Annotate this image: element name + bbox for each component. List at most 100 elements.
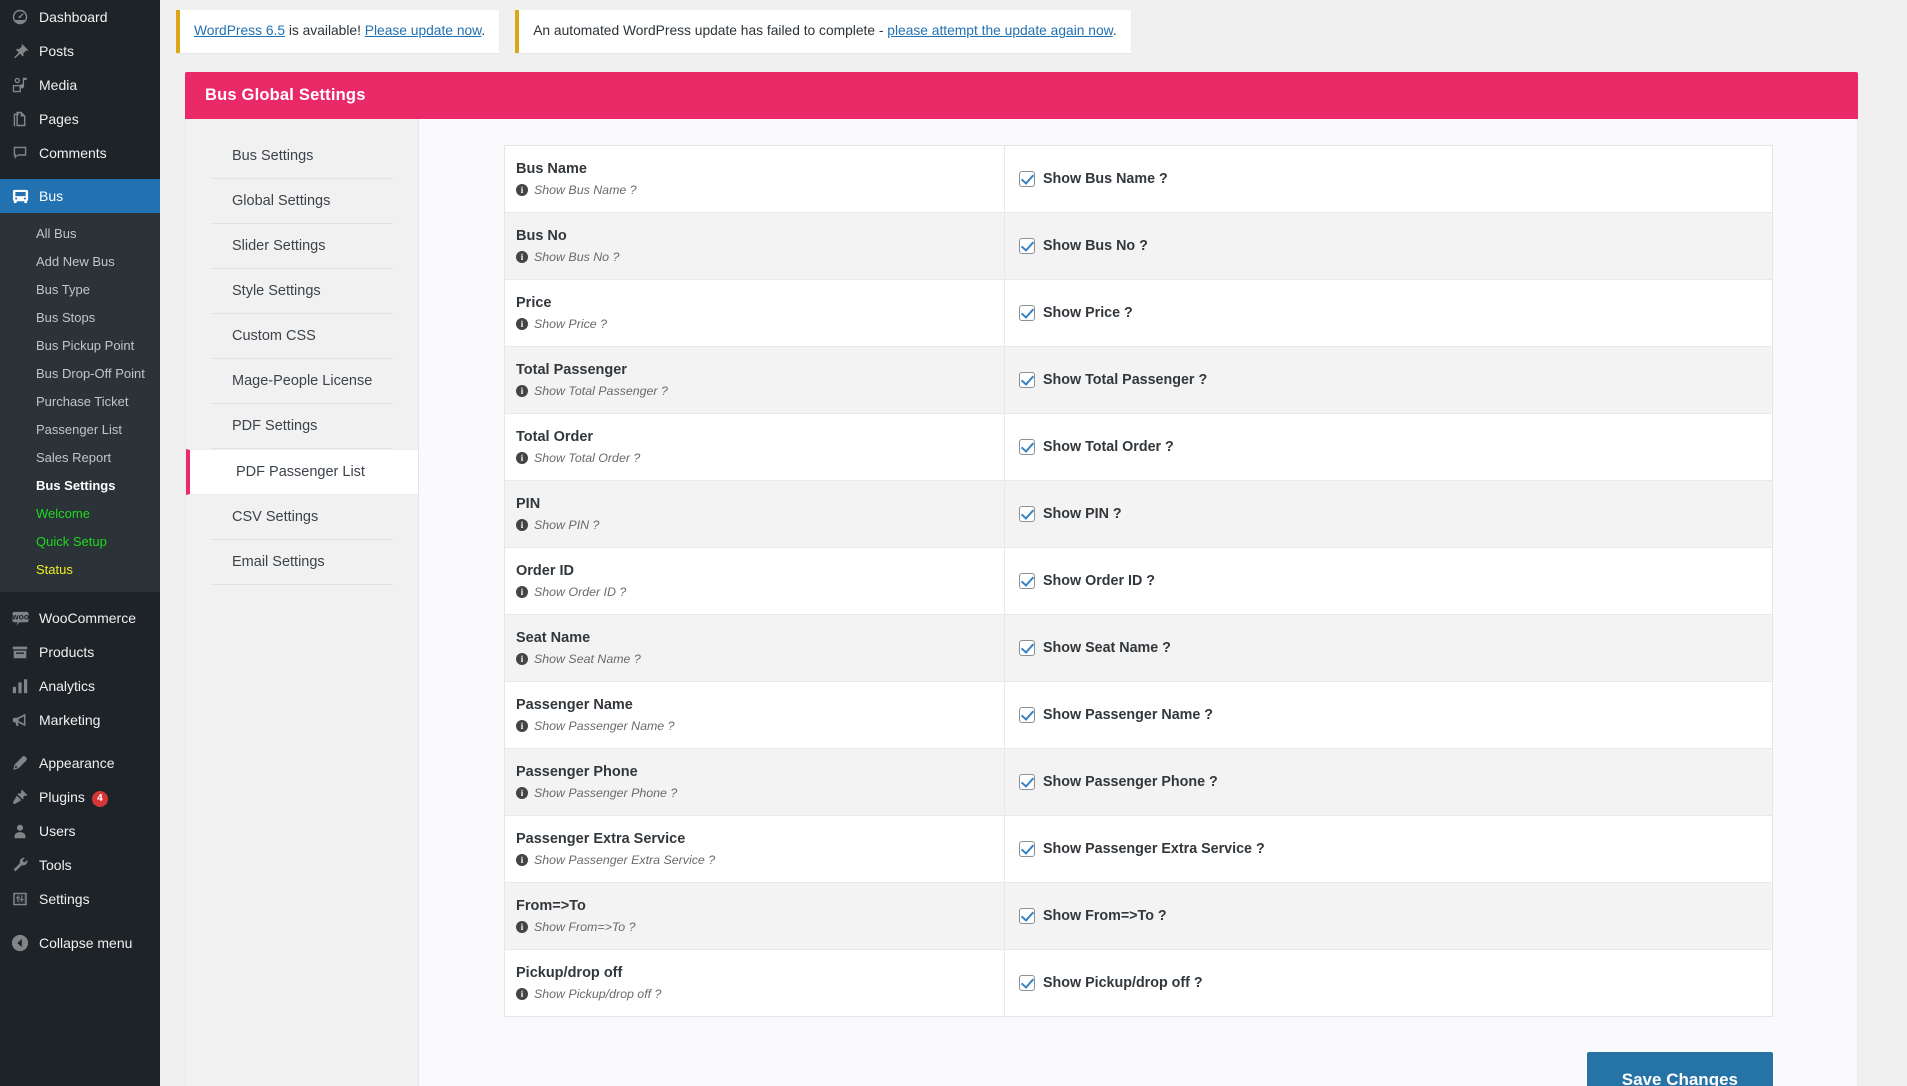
checkbox-label[interactable]: Show Total Order ? (1043, 439, 1174, 455)
sidebar-item-posts[interactable]: Posts (0, 34, 160, 68)
menu-separator-3 (0, 737, 160, 746)
bus-submenu-item-bus-type[interactable]: Bus Type (0, 276, 160, 304)
setting-description: i Show Passenger Phone ? (516, 785, 990, 802)
collapse-menu-label: Collapse menu (39, 935, 133, 951)
bus-submenu-item-sales-report[interactable]: Sales Report (0, 444, 160, 472)
checkbox-label[interactable]: Show Order ID ? (1043, 573, 1155, 589)
settings-row: Price i Show Price ? Show Price ? (505, 279, 1772, 347)
checkbox-passenger-extra-service[interactable] (1019, 840, 1035, 857)
checkbox-seat-name[interactable] (1019, 639, 1035, 656)
settings-tab-style-settings[interactable]: Style Settings (211, 269, 393, 314)
bus-submenu-item-passenger-list[interactable]: Passenger List (0, 416, 160, 444)
sidebar-item-products[interactable]: Products (0, 635, 160, 669)
settings-tab-bus-settings[interactable]: Bus Settings (211, 134, 393, 179)
setting-label-cell: Pickup/drop off i Show Pickup/drop off ? (505, 949, 1005, 1016)
sidebar-item-label: Marketing (39, 712, 101, 728)
sidebar-item-dashboard[interactable]: Dashboard (0, 0, 160, 34)
checkbox-label[interactable]: Show Seat Name ? (1043, 640, 1171, 656)
bus-submenu-item-welcome[interactable]: Welcome (0, 500, 160, 528)
checkbox-passenger-name[interactable] (1019, 706, 1035, 723)
checkbox-label[interactable]: Show Price ? (1043, 305, 1133, 321)
notice-failed-tail: . (1112, 23, 1117, 38)
setting-label-cell: Passenger Name i Show Passenger Name ? (505, 681, 1005, 748)
settings-tab-pdf-settings[interactable]: PDF Settings (211, 404, 393, 449)
settings-tab-csv-settings[interactable]: CSV Settings (211, 495, 393, 540)
sidebar-item-pages[interactable]: Pages (0, 102, 160, 136)
sidebar-item-users[interactable]: Users (0, 814, 160, 848)
settings-tab-custom-css[interactable]: Custom CSS (211, 314, 393, 359)
checkbox-price[interactable] (1019, 304, 1035, 321)
setting-checkbox-cell: Show Price ? (1005, 280, 1772, 346)
settings-table: Bus Name i Show Bus Name ? Show Bus Name ? B… (504, 144, 1773, 1017)
settings-tab-slider-settings[interactable]: Slider Settings (211, 224, 393, 269)
checkbox-label[interactable]: Show PIN ? (1043, 506, 1122, 522)
checkbox-label[interactable]: Show Passenger Name ? (1043, 707, 1213, 723)
checkbox-label[interactable]: Show Pickup/drop off ? (1043, 975, 1203, 991)
sidebar-shop-group: WOO WooCommerce Products Analytics Marketing (0, 601, 160, 737)
notice-area: WordPress 6.5 is available! Please updat… (160, 0, 1907, 53)
bus-submenu-item-purchase-ticket[interactable]: Purchase Ticket (0, 388, 160, 416)
settings-content: Bus Name i Show Bus Name ? Show Bus Name ? B… (419, 119, 1857, 1086)
sidebar-item-analytics[interactable]: Analytics (0, 669, 160, 703)
sidebar-item-woocommerce[interactable]: WOO WooCommerce (0, 601, 160, 635)
sidebar-item-tools[interactable]: Tools (0, 848, 160, 882)
checkbox-bus-no[interactable] (1019, 237, 1035, 254)
checkbox-total-passenger[interactable] (1019, 371, 1035, 388)
setting-checkbox-cell: Show Passenger Phone ? (1005, 749, 1772, 815)
attempt-update-link[interactable]: please attempt the update again now (887, 23, 1113, 38)
bus-submenu-item-status[interactable]: Status (0, 556, 160, 584)
settings-row: Total Passenger i Show Total Passenger ? Sh… (505, 346, 1772, 414)
bus-submenu-item-add-new-bus[interactable]: Add New Bus (0, 248, 160, 276)
sidebar-item-label: Settings (39, 891, 90, 907)
sidebar-item-settings[interactable]: Settings (0, 882, 160, 916)
bus-submenu-item-bus-settings[interactable]: Bus Settings (0, 472, 160, 500)
settings-tab-pdf-passenger-list[interactable]: PDF Passenger List (186, 448, 418, 495)
sidebar-item-appearance[interactable]: Appearance (0, 746, 160, 780)
checkbox-label[interactable]: Show Total Passenger ? (1043, 372, 1207, 388)
checkbox-label[interactable]: Show Passenger Phone ? (1043, 774, 1218, 790)
sidebar-item-label: Media (39, 77, 78, 93)
sidebar-item-comments[interactable]: Comments (0, 136, 160, 170)
checkbox-order-id[interactable] (1019, 572, 1035, 589)
info-icon: i (516, 586, 528, 599)
setting-description: i Show From=>To ? (516, 919, 990, 936)
setting-description: i Show Total Order ? (516, 450, 990, 467)
sidebar-item-label: Plugins 4 (39, 780, 108, 814)
bus-submenu-item-bus-pickup-point[interactable]: Bus Pickup Point (0, 332, 160, 360)
products-icon (10, 642, 30, 662)
settings-tab-mage-people-license[interactable]: Mage-People License (211, 359, 393, 404)
settings-tab-email-settings[interactable]: Email Settings (211, 540, 393, 585)
wordpress-version-link[interactable]: WordPress 6.5 (194, 23, 285, 38)
setting-checkbox-cell: Show Bus No ? (1005, 213, 1772, 279)
sidebar-item-media[interactable]: Media (0, 68, 160, 102)
settings-tab-global-settings[interactable]: Global Settings (211, 179, 393, 224)
setting-description: i Show Seat Name ? (516, 651, 990, 668)
bus-submenu-item-bus-drop-off-point[interactable]: Bus Drop-Off Point (0, 360, 160, 388)
bus-submenu-item-quick-setup[interactable]: Quick Setup (0, 528, 160, 556)
checkbox-label[interactable]: Show From=>To ? (1043, 908, 1167, 924)
checkbox-label[interactable]: Show Bus Name ? (1043, 171, 1168, 187)
sidebar-site-group: Appearance Plugins 4 Users Tools Settings (0, 746, 160, 916)
collapse-menu-button[interactable]: Collapse menu (0, 926, 160, 960)
checkbox-total-order[interactable] (1019, 438, 1035, 455)
checkbox-bus-name[interactable] (1019, 170, 1035, 187)
bus-icon (10, 186, 30, 206)
save-changes-button[interactable]: Save Changes (1586, 1051, 1773, 1086)
sidebar-item-plugins[interactable]: Plugins 4 (0, 780, 160, 814)
checkbox-from-to[interactable] (1019, 907, 1035, 924)
sidebar-item-label: Pages (39, 111, 79, 127)
setting-description-text: Show From=>To ? (534, 919, 636, 934)
setting-description-text: Show Total Order ? (534, 450, 641, 465)
checkbox-pin[interactable] (1019, 505, 1035, 522)
checkbox-label[interactable]: Show Passenger Extra Service ? (1043, 841, 1265, 857)
bus-submenu-item-all-bus[interactable]: All Bus (0, 220, 160, 248)
update-now-link[interactable]: Please update now (365, 23, 482, 38)
setting-description-text: Show PIN ? (534, 517, 600, 532)
checkbox-passenger-phone[interactable] (1019, 773, 1035, 790)
setting-checkbox-cell: Show Order ID ? (1005, 548, 1772, 614)
sidebar-item-bus[interactable]: Bus (0, 179, 168, 213)
checkbox-pickup-drop-off[interactable] (1019, 974, 1035, 991)
sidebar-item-marketing[interactable]: Marketing (0, 703, 160, 737)
checkbox-label[interactable]: Show Bus No ? (1043, 238, 1148, 254)
bus-submenu-item-bus-stops[interactable]: Bus Stops (0, 304, 160, 332)
